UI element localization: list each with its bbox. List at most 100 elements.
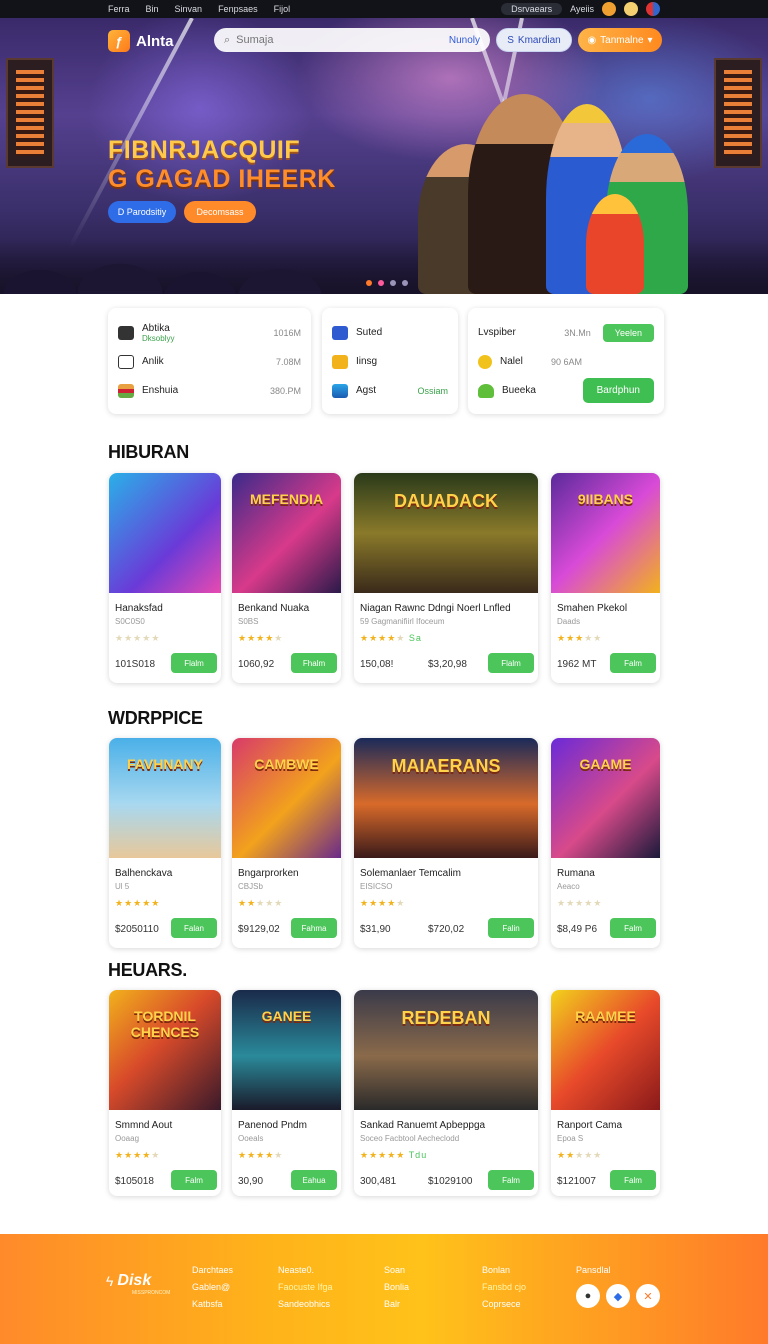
footer-link[interactable]: Soan <box>384 1262 409 1279</box>
info-primary-button[interactable]: Bardphun <box>582 378 654 403</box>
carousel-dot[interactable] <box>390 280 396 286</box>
info-action-button[interactable]: Yeelen <box>602 323 654 342</box>
game-thumbnail-title: 9IIBANS <box>577 491 634 507</box>
game-card[interactable]: DAUADACK Niagan Rawnc Ddngi Noerl Lnfled 5… <box>354 473 538 683</box>
flag-icon[interactable] <box>646 2 660 16</box>
search-hint: Nunoly <box>448 34 480 46</box>
brand-logo[interactable]: ƒ Alnta <box>108 30 174 52</box>
game-thumbnail[interactable]: FAVHNANY <box>109 738 221 858</box>
game-price-alt: $3,20,98 <box>428 659 467 670</box>
footer-link[interactable]: Neaste0. <box>278 1262 333 1279</box>
rating-stars: ★★★★★ <box>238 898 284 908</box>
game-thumbnail[interactable]: MAIAERANS <box>354 738 538 858</box>
top-pill[interactable]: Dsrvaears <box>501 3 563 15</box>
footer-link[interactable]: Faocuste Ifga <box>278 1279 333 1296</box>
game-price: 30,90 <box>238 1176 264 1187</box>
footer-link[interactable]: Darchtaes <box>192 1262 233 1279</box>
carousel-dot[interactable] <box>378 280 384 286</box>
carousel-dot[interactable] <box>366 280 372 286</box>
info-value: 7.08M <box>275 356 301 367</box>
top-link[interactable]: Fijol <box>274 4 291 14</box>
login-button[interactable]: S Kmardian <box>496 28 572 52</box>
carousel-dot[interactable] <box>402 280 408 286</box>
game-thumbnail[interactable]: GANEE <box>232 990 341 1110</box>
game-thumbnail[interactable]: MEFENDIA <box>232 473 341 593</box>
footer-link[interactable]: Katbsfa <box>192 1296 233 1313</box>
hero-title-line1: FIBNRJACQUIF <box>108 136 301 164</box>
game-thumbnail[interactable]: RAAMEE <box>551 990 660 1110</box>
game-thumbnail[interactable]: REDEBAN <box>354 990 538 1110</box>
game-card[interactable]: 9IIBANS Smahen Pkekol Daads ★★★★★ 1962 MT Fal… <box>551 473 660 683</box>
footer-column: Neaste0. Faocuste Ifga Sandeobhics <box>278 1262 333 1313</box>
game-subtitle: S0C0S0 <box>115 617 145 626</box>
game-subtitle: Daads <box>557 617 581 626</box>
game-thumbnail-title: REDEBAN <box>401 1008 491 1028</box>
game-card[interactable]: GAAME Rumana Aeaco ★★★★★ $8,49 P6 Falm <box>551 738 660 948</box>
game-thumbnail[interactable]: DAUADACK <box>354 473 538 593</box>
buy-button[interactable]: Falan <box>171 918 217 938</box>
social-icon[interactable]: ● <box>576 1284 600 1308</box>
buy-button[interactable]: Flalm <box>488 653 534 673</box>
game-price: $105018 <box>115 1176 154 1187</box>
buy-button[interactable]: Falin <box>488 918 534 938</box>
top-link[interactable]: Fenpsaes <box>218 4 258 14</box>
top-link[interactable]: Bin <box>146 4 159 14</box>
game-card[interactable]: MAIAERANS Solemanlaer Temcalim EISICSO ★★★★… <box>354 738 538 948</box>
buy-button[interactable]: Falm <box>610 653 656 673</box>
brand-name: Alnta <box>136 32 174 50</box>
game-thumbnail-title: TORDNIL CHENCES <box>130 1008 200 1040</box>
game-thumbnail[interactable]: CAMBWE <box>232 738 341 858</box>
search-bar[interactable]: ⌕ Nunoly <box>214 28 490 52</box>
info-sub: Dksoblyy <box>142 333 175 343</box>
flag-icon[interactable] <box>624 2 638 16</box>
top-link[interactable]: Ayeiis <box>570 4 594 14</box>
game-title: Panenod Pndm <box>238 1120 307 1131</box>
buy-button[interactable]: Flalm <box>171 653 217 673</box>
footer-link[interactable]: Coprsece <box>482 1296 526 1313</box>
social-icon[interactable]: ✕ <box>636 1284 660 1308</box>
footer-link[interactable]: Bonlan <box>482 1262 526 1279</box>
game-thumbnail[interactable]: 9IIBANS <box>551 473 660 593</box>
info-label: Iinsg <box>356 356 378 367</box>
game-price: 150,08! <box>360 659 394 670</box>
layers-icon <box>332 383 348 398</box>
footer-brand-sub: MISSPRONCOM <box>132 1290 171 1296</box>
game-title: Bngarprorken <box>238 868 299 879</box>
game-card[interactable]: FAVHNANY Balhenckava Ul 5 ★★★★★ $2050110 Fala… <box>109 738 221 948</box>
buy-button[interactable]: Falm <box>171 1170 217 1190</box>
stage-tower <box>6 58 54 168</box>
footer-link[interactable]: Bonlia <box>384 1279 409 1296</box>
search-input[interactable] <box>236 34 443 46</box>
hero-primary-button[interactable]: D Parodsitiy <box>108 201 176 223</box>
buy-button[interactable]: Falm <box>610 1170 656 1190</box>
top-link[interactable]: Sinvan <box>175 4 203 14</box>
game-card[interactable]: TORDNIL CHENCES Smmnd Aout Ooaag ★★★★★ $1050… <box>109 990 221 1196</box>
game-card[interactable]: GANEE Panenod Pndm Ooeals ★★★★★ 30,90 Eahua <box>232 990 341 1196</box>
buy-button[interactable]: Falm <box>610 918 656 938</box>
footer-link[interactable]: Fansbd cjo <box>482 1279 526 1296</box>
footer-logo[interactable]: ϟ Disk MISSPRONCOM <box>106 1272 170 1296</box>
footer-link[interactable]: Balr <box>384 1296 409 1313</box>
buy-button[interactable]: Eahua <box>291 1170 337 1190</box>
social-icon[interactable]: ◆ <box>606 1284 630 1308</box>
game-card[interactable]: CAMBWE Bngarprorken CBJSb ★★★★★ $9129,02 Fahm… <box>232 738 341 948</box>
footer-link[interactable]: Sandeobhics <box>278 1296 333 1313</box>
flag-icon[interactable] <box>602 2 616 16</box>
footer-link[interactable]: Gablen@ <box>192 1279 233 1296</box>
buy-button[interactable]: Fahma <box>291 918 337 938</box>
hero-secondary-button[interactable]: Decomsass <box>184 201 256 223</box>
game-thumbnail[interactable] <box>109 473 221 593</box>
promo-button[interactable]: ◉ Tanmalne ▾ <box>578 28 662 52</box>
game-subtitle: Soceo Facbtool Aecheclodd <box>360 1134 460 1143</box>
game-card[interactable]: RAAMEE Ranport Cama Epoa S ★★★★★ $121007 Falm <box>551 990 660 1196</box>
game-thumbnail[interactable]: TORDNIL CHENCES <box>109 990 221 1110</box>
game-card[interactable]: REDEBAN Sankad Ranuemt Apbeppga Soceo Facb… <box>354 990 538 1196</box>
buy-button[interactable]: Fhalm <box>291 653 337 673</box>
game-card[interactable]: Hanaksfad S0C0S0 ★★★★★ 101S018 Flalm <box>109 473 221 683</box>
top-link[interactable]: Ferra <box>108 4 130 14</box>
buy-button[interactable]: Falm <box>488 1170 534 1190</box>
hero-title: FIBNRJACQUIF G GAGAD IHEERK <box>108 136 336 194</box>
game-price: 1060,92 <box>238 659 275 670</box>
game-card[interactable]: MEFENDIA Benkand Nuaka S0BS ★★★★★ 1060,92 Fha… <box>232 473 341 683</box>
game-thumbnail[interactable]: GAAME <box>551 738 660 858</box>
